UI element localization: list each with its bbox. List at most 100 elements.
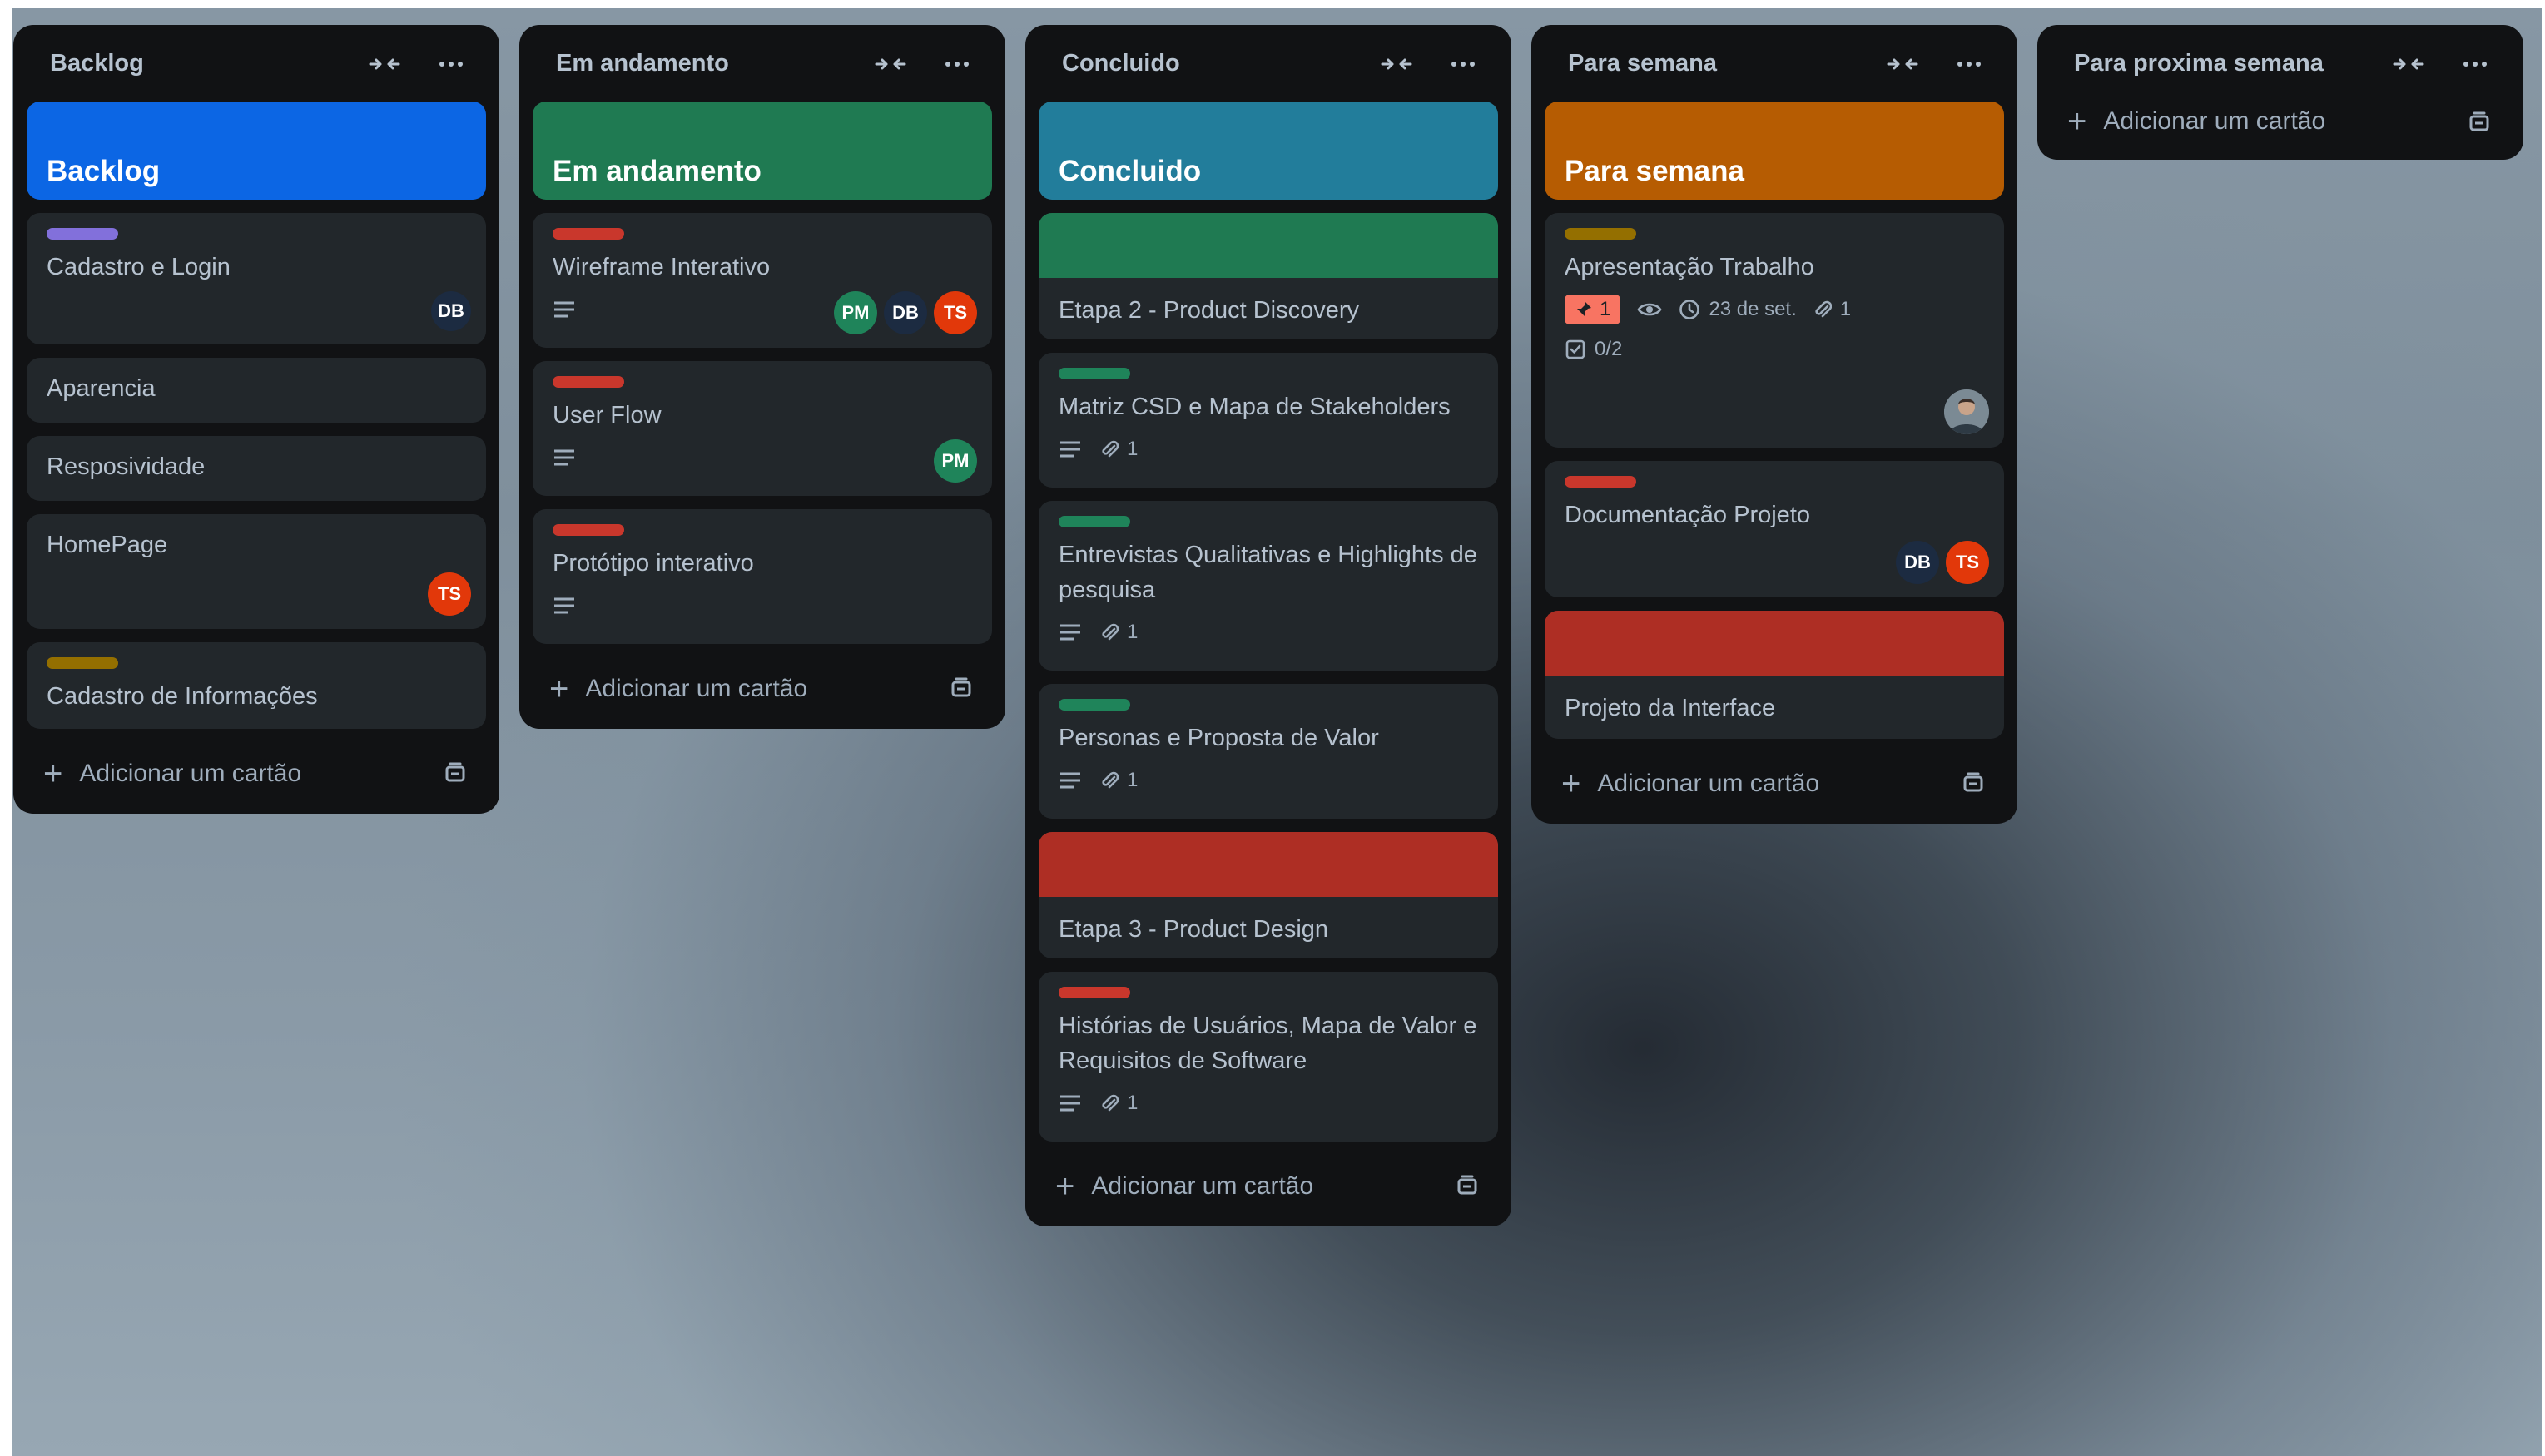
card-label[interactable]: [1059, 987, 1130, 998]
card-resposividade[interactable]: Resposividade: [27, 436, 486, 501]
add-card-label: Adicionar um cartão: [1091, 1172, 1314, 1200]
card-template-icon[interactable]: [1455, 1173, 1481, 1200]
card-template-icon[interactable]: [2467, 110, 2493, 136]
card-title: Cadastro e Login: [47, 254, 231, 280]
notification-count: 1: [1600, 298, 1611, 320]
list-backlog: Backlog Backlog Cadastro e Login DB Apar…: [13, 25, 499, 814]
card-title: Concluido: [1059, 155, 1202, 187]
card-title: User Flow: [553, 402, 662, 428]
card-cadastro-login[interactable]: Cadastro e Login DB: [27, 213, 486, 344]
card-label[interactable]: [1059, 368, 1130, 379]
card-title: Cadastro de Informações: [47, 683, 318, 710]
card-documentacao-projeto[interactable]: Documentação Projeto DB TS: [1545, 461, 2004, 597]
card-header-para-semana[interactable]: Para semana: [1545, 102, 2004, 200]
card-label[interactable]: [553, 376, 624, 388]
avatar[interactable]: DB: [884, 291, 927, 334]
card-header-concluido[interactable]: Concluido: [1039, 102, 1498, 200]
card-historias-usuarios[interactable]: Histórias de Usuários, Mapa de Valor e R…: [1039, 972, 1498, 1142]
card-label[interactable]: [1565, 476, 1636, 488]
card-etapa-2[interactable]: Etapa 2 - Product Discovery: [1039, 213, 1498, 339]
avatar-photo[interactable]: [1944, 389, 1989, 434]
avatar[interactable]: DB: [431, 291, 471, 331]
list-header[interactable]: Em andamento: [533, 25, 992, 102]
eye-icon: [1637, 300, 1662, 319]
list-header[interactable]: Backlog: [27, 25, 486, 102]
card-aparencia[interactable]: Aparencia: [27, 358, 486, 423]
card-homepage[interactable]: HomePage TS: [27, 514, 486, 629]
card-label[interactable]: [1565, 228, 1636, 240]
card-label[interactable]: [1059, 516, 1130, 527]
card-label[interactable]: [47, 657, 118, 669]
card-template-icon[interactable]: [1961, 770, 1987, 797]
list-title[interactable]: Para semana: [1545, 50, 1717, 77]
card-cover: [1545, 611, 2004, 676]
avatar[interactable]: PM: [934, 439, 977, 483]
attachment-badge: 1: [1100, 621, 1138, 644]
notification-badge[interactable]: 1: [1565, 295, 1621, 324]
card-entrevistas[interactable]: Entrevistas Qualitativas e Highlights de…: [1039, 501, 1498, 671]
add-card-button[interactable]: + Adicionar um cartão: [27, 734, 486, 814]
card-label[interactable]: [47, 228, 118, 240]
card-header-em-andamento[interactable]: Em andamento: [533, 102, 992, 200]
more-options-icon[interactable]: [1446, 50, 1480, 78]
list-header[interactable]: Para semana: [1545, 25, 2004, 102]
add-card-button[interactable]: + Adicionar um cartão: [2051, 83, 2510, 160]
card-user-flow[interactable]: User Flow PM: [533, 361, 992, 496]
card-personas[interactable]: Personas e Proposta de Valor 1: [1039, 684, 1498, 819]
description-icon: [1059, 1094, 1082, 1112]
list-title[interactable]: Para proxima semana: [2051, 50, 2324, 77]
attachment-badge: 1: [1100, 1092, 1138, 1115]
list-title[interactable]: Backlog: [27, 50, 144, 77]
list-em-andamento: Em andamento Em andamento Wireframe Inte…: [519, 25, 1005, 729]
collapse-list-icon[interactable]: [1886, 50, 1919, 78]
card-apresentacao-trabalho[interactable]: Apresentação Trabalho 1 23 de set. 1 0/2: [1545, 213, 2004, 448]
attachment-badge: 1: [1100, 438, 1138, 461]
paperclip-icon: [1102, 623, 1119, 641]
card-label[interactable]: [1059, 699, 1130, 711]
more-options-icon[interactable]: [434, 50, 468, 78]
plus-icon: +: [1561, 765, 1581, 802]
collapse-list-icon[interactable]: [874, 50, 907, 78]
more-options-icon[interactable]: [1952, 50, 1986, 78]
more-options-icon[interactable]: [940, 50, 974, 78]
list-para-semana: Para semana Para semana Apresentação Tra…: [1531, 25, 2017, 824]
card-label[interactable]: [553, 228, 624, 240]
collapse-list-icon[interactable]: [368, 50, 401, 78]
card-cadastro-informacoes[interactable]: Cadastro de Informações: [27, 642, 486, 729]
card-matriz-csd[interactable]: Matriz CSD e Mapa de Stakeholders 1: [1039, 353, 1498, 488]
card-title: Apresentação Trabalho: [1565, 254, 1814, 280]
add-card-label: Adicionar um cartão: [1597, 770, 1820, 797]
card-header-backlog[interactable]: Backlog: [27, 102, 486, 200]
avatar[interactable]: TS: [428, 572, 471, 616]
list-header[interactable]: Concluido: [1039, 25, 1498, 102]
card-label[interactable]: [553, 524, 624, 536]
collapse-list-icon[interactable]: [1380, 50, 1413, 78]
attachment-count: 1: [1127, 769, 1139, 791]
card-wireframe-interativo[interactable]: Wireframe Interativo PM DB TS: [533, 213, 992, 348]
list-title[interactable]: Em andamento: [533, 50, 729, 77]
card-projeto-interface[interactable]: Projeto da Interface: [1545, 611, 2004, 739]
card-template-icon[interactable]: [443, 760, 469, 787]
collapse-list-icon[interactable]: [2392, 50, 2425, 78]
card-prototipo-interativo[interactable]: Protótipo interativo: [533, 509, 992, 644]
plus-icon: +: [2067, 103, 2087, 140]
attachment-count: 1: [1839, 298, 1852, 320]
card-title: Etapa 3 - Product Design: [1059, 916, 1329, 943]
paperclip-icon: [1102, 1094, 1119, 1112]
list-title[interactable]: Concluido: [1039, 50, 1180, 77]
attachment-count: 1: [1127, 1092, 1139, 1114]
more-options-icon[interactable]: [2458, 50, 2492, 78]
add-card-button[interactable]: + Adicionar um cartão: [533, 649, 992, 729]
add-card-button[interactable]: + Adicionar um cartão: [1545, 744, 2004, 824]
card-template-icon[interactable]: [949, 676, 975, 702]
paperclip-icon: [1102, 440, 1119, 458]
due-date-badge[interactable]: 23 de set.: [1679, 298, 1797, 321]
attachment-badge: 1: [1100, 769, 1138, 792]
avatar[interactable]: TS: [1946, 541, 1989, 584]
avatar[interactable]: DB: [1896, 541, 1939, 584]
add-card-button[interactable]: + Adicionar um cartão: [1039, 1146, 1498, 1226]
avatar[interactable]: TS: [934, 291, 977, 334]
avatar[interactable]: PM: [834, 291, 877, 334]
card-etapa-3[interactable]: Etapa 3 - Product Design: [1039, 832, 1498, 958]
description-icon: [1059, 623, 1082, 641]
